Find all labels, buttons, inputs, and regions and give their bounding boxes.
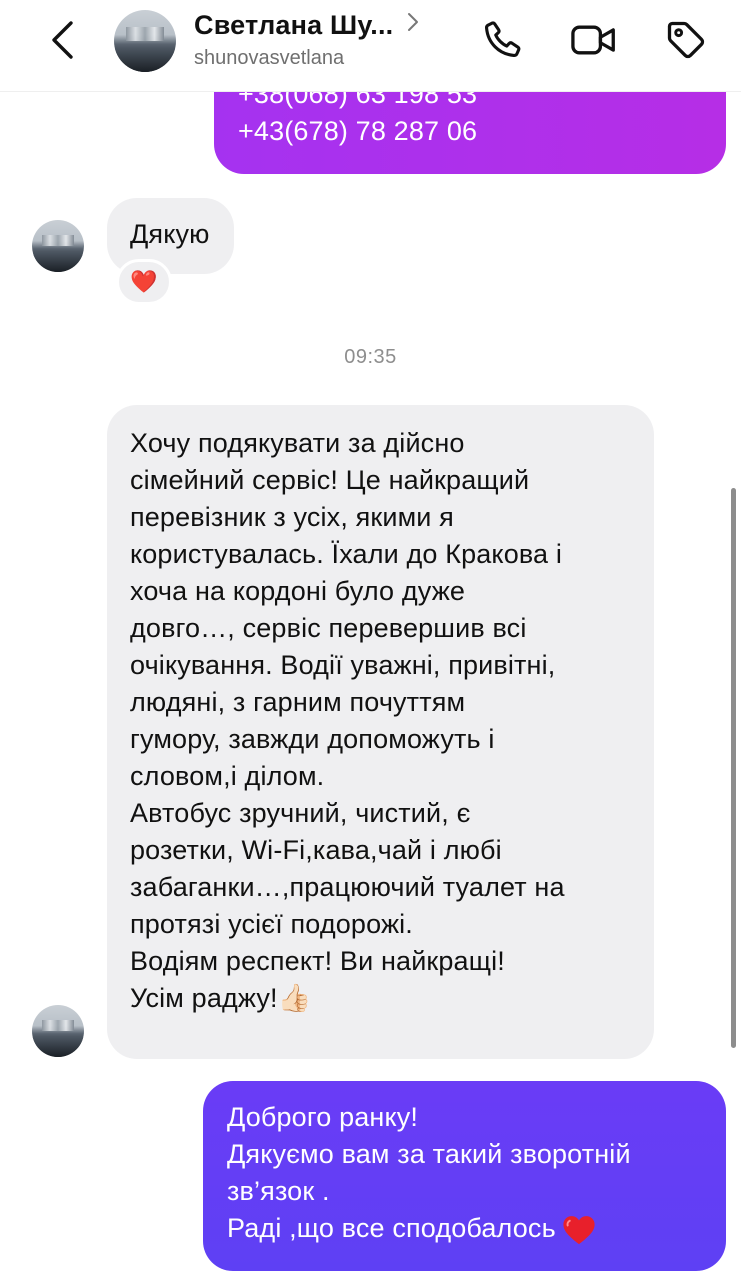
message-line: протязі усієї подорожі. bbox=[130, 909, 413, 939]
message-line: зв’язок . bbox=[227, 1176, 330, 1206]
chevron-left-icon bbox=[52, 21, 73, 59]
message-line: забаганки…,працюючий туалет на bbox=[130, 872, 565, 902]
video-call-button[interactable] bbox=[570, 16, 618, 64]
message-line: людяні, з гарним почуттям bbox=[130, 687, 466, 717]
scrollbar[interactable] bbox=[731, 488, 736, 1048]
message-line: довго…, сервіс перевершив всі bbox=[130, 613, 527, 643]
message-line: Водіям респект! Ви найкращі! bbox=[130, 946, 505, 976]
contact-name: Светлана Шу... bbox=[194, 10, 394, 40]
chevron-right-icon bbox=[408, 12, 419, 31]
message-line: Доброго ранку! bbox=[227, 1102, 419, 1132]
message-line-text: Раді ,що все сподобалось bbox=[227, 1213, 556, 1243]
heart-reaction[interactable]: ❤️ bbox=[116, 259, 172, 305]
message-line: Хочу подякувати за дійсно bbox=[130, 428, 465, 458]
heart-icon: ❤️ bbox=[130, 269, 158, 294]
sender-avatar[interactable] bbox=[32, 220, 84, 272]
message-line: Дякуємо вам за такий зворотній bbox=[227, 1139, 631, 1169]
contact-avatar[interactable] bbox=[114, 10, 176, 72]
message-line: розетки, Wi-Fi,кава,чай і любі bbox=[130, 835, 502, 865]
message-line: хоча на кордоні було дуже bbox=[130, 576, 466, 606]
message-text: Дякую bbox=[130, 219, 210, 249]
message-line: перевізник з усіх, якими я bbox=[130, 502, 454, 532]
message-line: Усім раджу!👍🏻 bbox=[130, 983, 312, 1013]
sender-avatar[interactable] bbox=[32, 1005, 84, 1057]
message-line: Автобус зручний, чистий, є bbox=[130, 798, 471, 828]
contact-profile-link[interactable]: Светлана Шу... shunovasvetlana bbox=[194, 10, 419, 70]
heart-icon bbox=[563, 1215, 595, 1245]
label-button[interactable] bbox=[662, 16, 710, 64]
message-timestamp: 09:35 bbox=[344, 346, 397, 368]
phone-icon bbox=[485, 21, 521, 57]
tag-icon bbox=[667, 21, 705, 59]
message-line: гумору, завжди допоможуть і bbox=[130, 724, 495, 754]
message-line: користувалась. Їхали до Кракова і bbox=[130, 539, 563, 569]
chat-header: Светлана Шу... shunovasvetlana bbox=[0, 0, 741, 92]
audio-call-button[interactable] bbox=[478, 16, 526, 64]
message-line: +43(678) 78 287 06 bbox=[238, 116, 478, 146]
contact-username: shunovasvetlana bbox=[194, 47, 345, 69]
message-line: сімейний сервіс! Це найкращий bbox=[130, 465, 530, 495]
chat-screen: Светлана Шу... shunovasvetlana +38(068) … bbox=[0, 0, 741, 1280]
message-line: словом,і ділом. bbox=[130, 761, 325, 791]
back-button[interactable] bbox=[40, 16, 84, 64]
message-line: очікування. Водії уважні, привітні, bbox=[130, 650, 556, 680]
outgoing-message-reply[interactable]: Доброго ранку! Дякуємо вам за такий звор… bbox=[203, 1081, 726, 1271]
video-camera-icon bbox=[571, 25, 615, 55]
incoming-message-review[interactable]: Хочу подякувати за дійсно сімейний серві… bbox=[107, 405, 654, 1059]
message-line-last: Раді ,що все сподобалось bbox=[227, 1210, 726, 1247]
